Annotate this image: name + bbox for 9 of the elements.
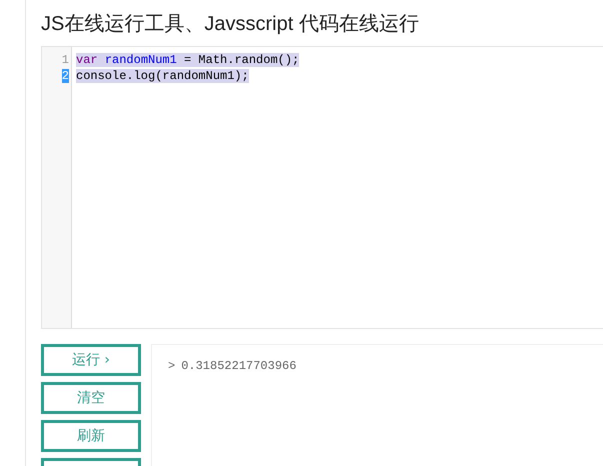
code-editor[interactable]: 1 2 var randomNum1 = Math.random(); console.log(randomNum1); <box>41 46 603 329</box>
page-title: JS在线运行工具、Javsscript 代码在线运行 <box>41 12 420 37</box>
line-number: 2 <box>62 69 69 83</box>
action-button[interactable]: 清空 <box>41 382 141 414</box>
output-value: 0.31852217703966 <box>181 359 296 373</box>
line-number: 1 <box>62 53 69 67</box>
action-button[interactable]: 刷新 <box>41 420 141 452</box>
prompt-icon: > <box>168 359 176 373</box>
action-button[interactable]: 运行 › <box>41 344 141 376</box>
